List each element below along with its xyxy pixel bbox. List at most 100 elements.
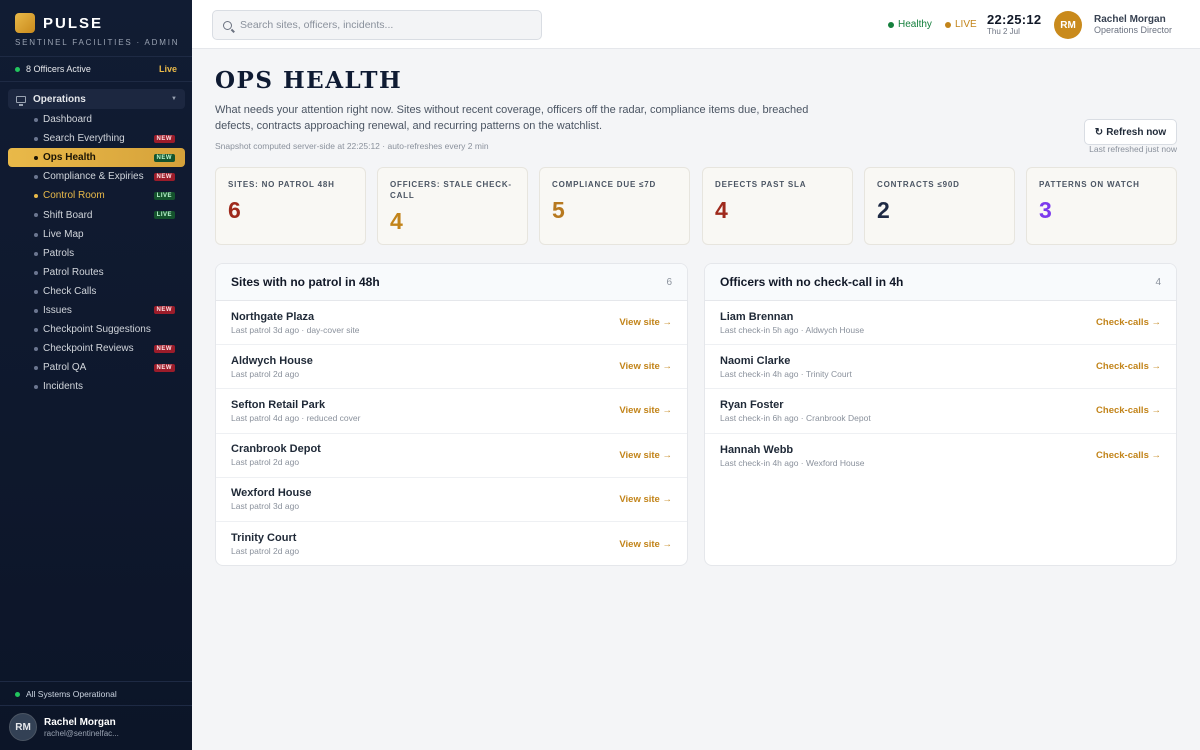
list-item-action-link[interactable]: Check-calls → — [1096, 450, 1161, 461]
sidebar-item-label: Ops Health — [43, 152, 96, 164]
sites-list: Northgate Plaza Last patrol 3d ago · day-… — [216, 301, 687, 565]
brand-subtitle: SENTINEL FACILITIES · ADMIN — [15, 38, 180, 47]
snapshot-info: Snapshot computed server-side at 22:25:1… — [215, 141, 489, 151]
sidebar-item-check-calls[interactable]: Check Calls — [8, 282, 185, 301]
stat-value: 5 — [552, 197, 565, 223]
list-item-detail: Last patrol 2d ago — [231, 457, 300, 468]
stat-card-contracts-90d[interactable]: CONTRACTS ≤90D 2 — [864, 167, 1015, 245]
list-item: Sefton Retail Park Last patrol 4d ago · r… — [216, 389, 687, 434]
nav-group-label: Operations — [33, 93, 86, 105]
sidebar-item-control-room[interactable]: Control Room LIVE — [8, 186, 185, 205]
sidebar-item-label: Search Everything — [43, 133, 125, 145]
stat-card-officers-stale-check-call[interactable]: OFFICERS: STALE CHECK-CALL 4 — [377, 167, 528, 245]
sidebar-item-label: Compliance & Expiries — [43, 171, 144, 183]
stat-label: COMPLIANCE DUE ≤7D — [552, 180, 657, 189]
list-item-name: Hannah Webb — [720, 443, 794, 456]
pulse-logo-icon — [15, 13, 35, 33]
sidebar-item-search-everything[interactable]: Search Everything NEW — [8, 129, 185, 148]
clock-time: 22:25:12 — [987, 12, 1042, 27]
list-item-detail: Last patrol 2d ago — [231, 546, 300, 557]
stat-value: 3 — [1039, 197, 1052, 223]
list-item: Aldwych House Last patrol 2d ago View site… — [216, 345, 687, 390]
avatar[interactable]: RM — [1054, 11, 1082, 39]
system-status-label: All Systems Operational — [26, 689, 117, 699]
sidebar-item-issues[interactable]: Issues NEW — [8, 301, 185, 320]
list-item-detail: Last patrol 3d ago — [231, 501, 300, 512]
officers-list: Liam Brennan Last check-in 5h ago · Aldwy… — [705, 301, 1176, 478]
search-input[interactable] — [240, 19, 520, 31]
list-item-action-link[interactable]: View site → — [619, 450, 672, 461]
sidebar-item-label: Checkpoint Suggestions — [43, 324, 151, 336]
list-item-detail: Last patrol 4d ago · reduced cover — [231, 412, 361, 423]
health-status-label: Healthy — [898, 19, 932, 30]
stat-label: DEFECTS PAST SLA — [715, 180, 807, 189]
sidebar-item-live-map[interactable]: Live Map — [8, 225, 185, 244]
brand-name: PULSE — [43, 14, 104, 32]
list-item-action-link[interactable]: View site → — [619, 494, 672, 505]
search-icon — [223, 20, 232, 30]
officers-panel: Officers with no check-call in 4h 4 Liam… — [704, 263, 1177, 566]
list-item-action-link[interactable]: View site → — [619, 361, 672, 372]
avatar: RM — [9, 713, 37, 741]
list-item: Hannah Webb Last check-in 4h ago · Wexfor… — [705, 434, 1176, 478]
health-status: Healthy — [888, 19, 932, 30]
sidebar: PULSE SENTINEL FACILITIES · ADMIN 8 Offi… — [0, 0, 192, 750]
officers-panel-count: 4 — [1155, 276, 1161, 288]
sidebar-item-patrol-qa[interactable]: Patrol QA NEW — [8, 358, 185, 377]
sidebar-user[interactable]: RM Rachel Morgan rachel@sentinelfac... — [9, 713, 119, 741]
sidebar-item-dashboard[interactable]: Dashboard — [8, 110, 185, 129]
list-item-action-link[interactable]: View site → — [619, 405, 672, 416]
stat-card-defects-past-sla[interactable]: DEFECTS PAST SLA 4 — [702, 167, 853, 245]
stat-label: PATTERNS ON WATCH — [1039, 180, 1140, 189]
topbar-user-role: Operations Director — [1094, 25, 1173, 35]
list-item: Ryan Foster Last check-in 6h ago · Cranbr… — [705, 389, 1176, 434]
sidebar-item-compliance-expiries[interactable]: Compliance & Expiries NEW — [8, 167, 185, 186]
list-item: Cranbrook Depot Last patrol 2d ago View si… — [216, 434, 687, 478]
status-badge: LIVE — [153, 191, 175, 200]
topbar-user-name: Rachel Morgan — [1094, 14, 1166, 25]
list-item: Trinity Court Last patrol 2d ago View site… — [216, 522, 687, 565]
sidebar-item-checkpoint-suggestions[interactable]: Checkpoint Suggestions — [8, 320, 185, 339]
list-item-action-link[interactable]: Check-calls → — [1096, 405, 1161, 416]
last-refreshed: Last refreshed just now — [1089, 144, 1177, 154]
sidebar-item-label: Checkpoint Reviews — [43, 343, 134, 355]
list-item-detail: Last check-in 6h ago · Cranbrook Depot — [720, 412, 871, 423]
stat-card-sites-no-patrol-48h[interactable]: SITES: NO PATROL 48H 6 — [215, 167, 366, 245]
list-item-action-link[interactable]: View site → — [619, 539, 672, 550]
list-item: Liam Brennan Last check-in 5h ago · Aldwy… — [705, 301, 1176, 346]
live-status: LIVE — [945, 19, 977, 30]
sidebar-item-ops-health[interactable]: Ops Health NEW — [8, 148, 185, 168]
brand[interactable]: PULSE — [15, 13, 103, 33]
sidebar-user-name: Rachel Morgan — [44, 716, 116, 728]
topbar-user[interactable]: Rachel Morgan Operations Director — [1094, 14, 1172, 35]
stat-label: OFFICERS: STALE CHECK-CALL — [390, 180, 512, 200]
sidebar-item-checkpoint-reviews[interactable]: Checkpoint Reviews NEW — [8, 339, 185, 358]
sidebar-item-incidents[interactable]: Incidents — [8, 377, 185, 396]
list-item-name: Sefton Retail Park — [231, 398, 326, 411]
list-item: Naomi Clarke Last check-in 4h ago · Trini… — [705, 345, 1176, 390]
list-item-action-link[interactable]: Check-calls → — [1096, 317, 1161, 328]
list-item-action-link[interactable]: View site → — [619, 317, 672, 328]
stat-card-compliance-due-7d[interactable]: COMPLIANCE DUE ≤7D 5 — [539, 167, 690, 245]
status-badge: NEW — [153, 344, 175, 353]
refresh-button[interactable]: ↻ Refresh now — [1084, 119, 1177, 145]
sidebar-item-patrol-routes[interactable]: Patrol Routes — [8, 263, 185, 282]
sidebar-item-shift-board[interactable]: Shift Board LIVE — [8, 205, 185, 224]
refresh-button-label: Refresh now — [1106, 126, 1167, 138]
search-box[interactable] — [212, 10, 542, 40]
stat-card-patterns-on-watch[interactable]: PATTERNS ON WATCH 3 — [1026, 167, 1177, 245]
list-item: Northgate Plaza Last patrol 3d ago · day-… — [216, 301, 687, 346]
sidebar-item-label: Issues — [43, 304, 72, 316]
sidebar-item-label: Check Calls — [43, 285, 97, 297]
stat-value: 6 — [228, 197, 241, 223]
nav-group-operations[interactable]: Operations ▼ — [8, 89, 185, 109]
live-status-label: LIVE — [955, 19, 977, 30]
officers-panel-header: Officers with no check-call in 4h 4 — [705, 264, 1176, 301]
sidebar-divider — [0, 56, 192, 57]
sidebar-item-patrols[interactable]: Patrols — [8, 244, 185, 263]
sidebar-divider — [0, 81, 192, 82]
monitor-icon — [16, 95, 26, 106]
sidebar-user-email: rachel@sentinelfac... — [44, 728, 119, 738]
sites-panel-count: 6 — [666, 276, 672, 288]
list-item-action-link[interactable]: Check-calls → — [1096, 361, 1161, 372]
